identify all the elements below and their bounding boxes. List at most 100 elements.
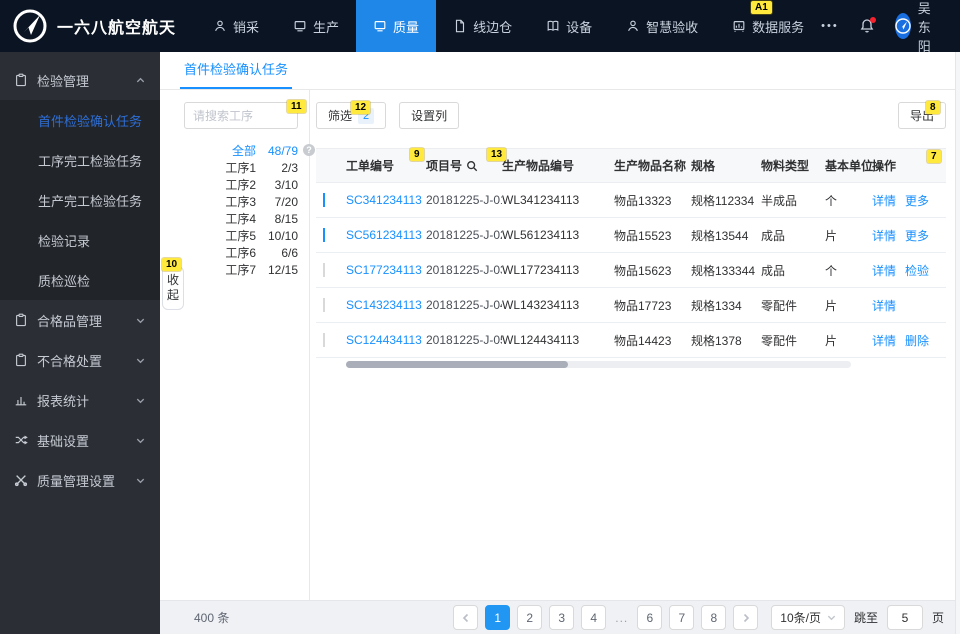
filter-row-process6[interactable]: 工序6 6/6 <box>200 244 299 261</box>
sidebar-item-production-completion-inspection[interactable]: 生产完工检验任务 <box>0 180 160 220</box>
row-checkbox[interactable] <box>323 263 325 277</box>
main-nav: 销采 生产 质量 线边仓 设备 智慧验收 数据服务 <box>196 0 821 52</box>
column-settings-button[interactable]: 设置列 <box>399 102 460 129</box>
row-checkbox[interactable] <box>323 228 325 242</box>
sidebar: 检验管理 首件检验确认任务 工序完工检验任务 生产完工检验任务 检验记录 质检巡… <box>0 52 160 634</box>
page-button[interactable]: 3 <box>549 605 575 630</box>
filter-row-process7[interactable]: 工序7 12/15 <box>200 261 299 278</box>
filter-label: 工序6 <box>225 246 256 260</box>
filter-count: 7/20 <box>274 194 298 209</box>
more-link[interactable]: 更多 <box>905 227 929 244</box>
process-filter-list: 全部 48/79 ? 工序1 2/3 工序2 3/10 工序3 7/20 工序4 8/1… <box>184 142 315 278</box>
filter-count: 48/79 <box>267 143 298 158</box>
process-search-input[interactable] <box>184 102 298 129</box>
order-no-link[interactable]: SC143234113 <box>346 298 426 312</box>
nav-item-equipment[interactable]: 设备 <box>529 0 609 52</box>
page-button[interactable]: 6 <box>637 605 663 630</box>
sidebar-group-inspection-management[interactable]: 检验管理 <box>0 60 160 100</box>
nav-item-production[interactable]: 生产 <box>276 0 356 52</box>
page-button[interactable]: 7 <box>669 605 695 630</box>
nav-item-sales[interactable]: 销采 <box>196 0 276 52</box>
chevron-left-icon <box>462 613 468 622</box>
inspect-link[interactable]: 检验 <box>905 262 929 279</box>
order-no-link[interactable]: SC341234113 <box>346 193 426 207</box>
filter-count: 8/15 <box>274 211 298 226</box>
tab-first-article-inspection[interactable]: 首件检验确认任务 <box>180 59 293 89</box>
filter-row-process5[interactable]: 工序5 10/10 <box>200 227 299 244</box>
page-button[interactable]: 1 <box>485 605 511 630</box>
more-link[interactable]: 更多 <box>905 192 929 209</box>
row-checkbox[interactable] <box>323 333 325 347</box>
table-row: SC124434113 20181225-J-05 WL124434113 物品… <box>316 323 946 358</box>
detail-link[interactable]: 详情 <box>872 227 896 244</box>
sidebar-group-label: 质量管理设置 <box>37 473 116 489</box>
sidebar-item-first-article-inspection[interactable]: 首件检验确认任务 <box>0 100 160 140</box>
detail-link[interactable]: 详情 <box>872 297 896 314</box>
question-icon[interactable]: ? <box>303 144 315 156</box>
process-filter-panel: 全部 48/79 ? 工序1 2/3 工序2 3/10 工序3 7/20 工序4 8/1… <box>160 90 315 600</box>
chevron-down-icon <box>136 398 145 403</box>
filter-count: 6/6 <box>281 245 298 260</box>
sidebar-group-nonconforming-disposal[interactable]: 不合格处置 <box>0 340 160 380</box>
sidebar-group-report-statistics[interactable]: 报表统计 <box>0 380 160 420</box>
annotation-badge-8: 8 <box>926 101 940 114</box>
more-menu-icon[interactable]: ••• <box>821 20 839 32</box>
scrollbar-thumb[interactable] <box>346 361 569 368</box>
filter-label: 工序1 <box>225 161 256 175</box>
collapse-panel-button[interactable]: 收 起 <box>162 266 184 310</box>
filter-row-process2[interactable]: 工序2 3/10 <box>200 176 299 193</box>
vertical-scrollbar[interactable] <box>955 52 960 634</box>
spec-cell: 规格1334 <box>691 298 742 313</box>
nav-item-line-warehouse[interactable]: 线边仓 <box>436 0 529 52</box>
next-page-button[interactable] <box>733 605 759 630</box>
item-name-cell: 物品17723 <box>614 298 672 313</box>
detail-link[interactable]: 详情 <box>872 332 896 349</box>
chevron-down-icon <box>136 318 145 323</box>
project-no-cell: 20181225-J-05 <box>426 333 502 347</box>
filter-row-all[interactable]: 全部 48/79 ? <box>200 142 315 159</box>
sidebar-group-label: 不合格处置 <box>37 353 103 369</box>
filter-count: 2/3 <box>281 160 298 175</box>
detail-link[interactable]: 详情 <box>872 262 896 279</box>
user-menu[interactable]: 吴东阳 <box>894 0 941 55</box>
sidebar-group-qualified-products[interactable]: 合格品管理 <box>0 300 160 340</box>
unit-cell: 个 <box>825 193 838 208</box>
project-no-cell: 20181225-J-02 <box>426 228 502 242</box>
page-size-value: 10条/页 <box>780 611 821 625</box>
order-no-link[interactable]: SC561234113 <box>346 228 426 242</box>
jump-page-input[interactable] <box>886 605 923 630</box>
nav-item-label: 数据服务 <box>752 19 805 35</box>
delete-link[interactable]: 删除 <box>905 332 929 349</box>
order-no-link[interactable]: SC124434113 <box>346 333 426 347</box>
filter-label: 工序5 <box>225 229 256 243</box>
sidebar-group-basic-settings[interactable]: 基础设置 <box>0 420 160 460</box>
sidebar-item-quality-patrol[interactable]: 质检巡检 <box>0 260 160 300</box>
horizontal-scrollbar[interactable] <box>346 361 851 368</box>
sidebar-group-quality-management-settings[interactable]: 质量管理设置 <box>0 460 160 500</box>
sidebar-item-process-completion-inspection[interactable]: 工序完工检验任务 <box>0 140 160 180</box>
page-size-select[interactable]: 10条/页 <box>771 605 845 630</box>
notification-dot <box>869 17 876 23</box>
header-material-type: 物料类型 <box>761 159 810 173</box>
sidebar-item-inspection-records[interactable]: 检验记录 <box>0 220 160 260</box>
prev-page-button[interactable] <box>453 605 479 630</box>
item-name-cell: 物品15623 <box>614 263 672 278</box>
material-type-cell: 零配件 <box>761 333 798 348</box>
detail-link[interactable]: 详情 <box>872 192 896 209</box>
order-no-link[interactable]: SC177234113 <box>346 263 426 277</box>
page-button[interactable]: 8 <box>701 605 727 630</box>
sidebar-group-label: 检验管理 <box>37 73 90 89</box>
filter-row-process3[interactable]: 工序3 7/20 <box>200 193 299 210</box>
filter-row-process4[interactable]: 工序4 8/15 <box>200 210 299 227</box>
nav-item-quality[interactable]: 质量 <box>356 0 437 52</box>
search-icon[interactable] <box>466 160 478 172</box>
row-checkbox[interactable] <box>323 298 325 312</box>
nav-item-smart-acceptance[interactable]: 智慧验收 <box>609 0 715 52</box>
page-ellipsis[interactable]: ... <box>613 611 630 625</box>
row-checkbox[interactable] <box>323 193 325 207</box>
spec-cell: 规格1378 <box>691 333 742 348</box>
filter-row-process1[interactable]: 工序1 2/3 <box>200 159 299 176</box>
page-button[interactable]: 2 <box>517 605 543 630</box>
page-button[interactable]: 4 <box>581 605 607 630</box>
notification-bell-icon[interactable] <box>859 17 876 34</box>
